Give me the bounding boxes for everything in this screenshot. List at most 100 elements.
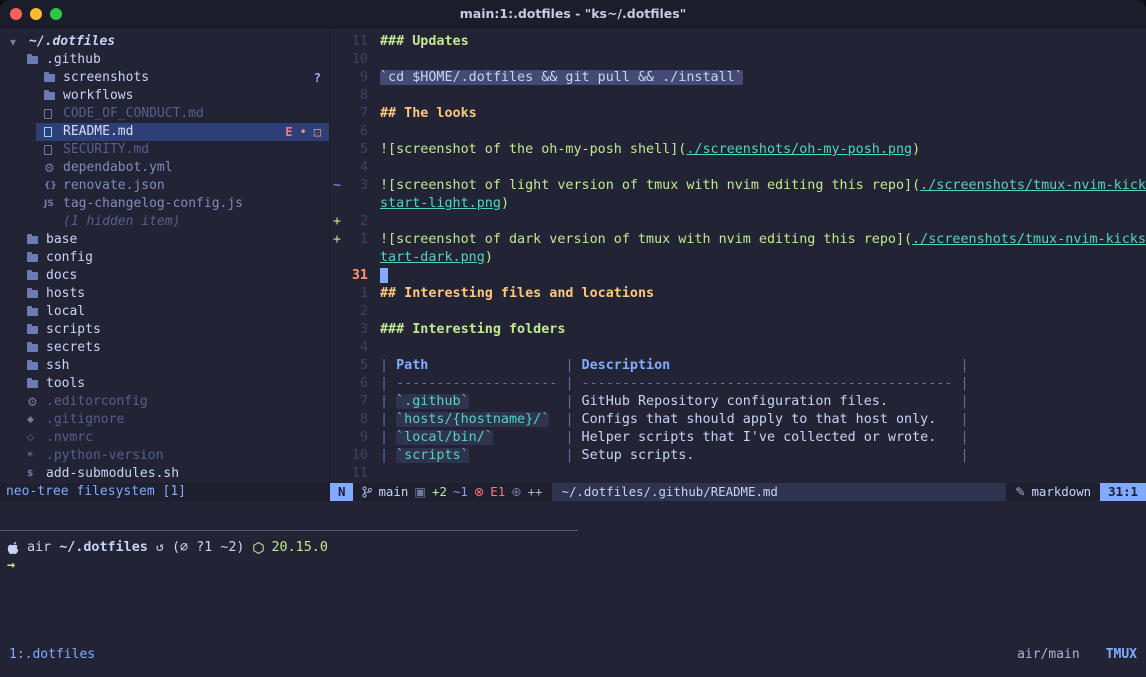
gutter-sign — [330, 87, 344, 105]
titlebar: main:1:.dotfiles - "ks~/.dotfiles" — [0, 0, 1146, 28]
editor-line[interactable]: 9`cd $HOME/.dotfiles && git pull && ./in… — [330, 69, 1146, 87]
line-text: ![screenshot of the oh-my-posh shell](./… — [368, 141, 920, 159]
line-number: 5 — [344, 141, 368, 159]
tree-item[interactable]: ⚙.editorconfig — [0, 393, 329, 411]
folder-icon — [27, 308, 44, 316]
line-text — [368, 465, 380, 483]
tree-item[interactable]: base — [0, 231, 329, 249]
git-icon: ◆ — [27, 411, 44, 429]
gutter-sign — [330, 303, 344, 321]
neo-tree-panel: ▾~/.dotfiles.githubscreenshots?workflows… — [0, 28, 330, 501]
gutter-sign — [330, 69, 344, 87]
tree-item[interactable]: tools — [0, 375, 329, 393]
line-number: 3 — [344, 321, 368, 339]
editor-line[interactable]: 31 — [330, 267, 1146, 285]
gutter-sign — [330, 321, 344, 339]
editor-line[interactable]: 1## Interesting files and locations — [330, 285, 1146, 303]
shell-pane[interactable]: air ~/.dotfiles ↺ (⌀ ?1 ~2) 20.15.0 → — [0, 531, 1146, 646]
node-icon: ◇ — [27, 429, 44, 447]
line-number: 8 — [344, 87, 368, 105]
line-number: 10 — [344, 51, 368, 69]
editor-line[interactable]: 5![screenshot of the oh-my-posh shell](.… — [330, 141, 1146, 159]
neo-tree-statusline: neo-tree filesystem [1] — [0, 483, 329, 501]
line-number: 11 — [344, 465, 368, 483]
tree-item-label: ssh — [46, 357, 69, 375]
editor-line[interactable]: 7| `.github` | GitHub Repository configu… — [330, 393, 1146, 411]
gutter-sign — [330, 249, 344, 267]
tree-item-label: workflows — [63, 87, 133, 105]
editor-line[interactable]: 9| `local/bin/` | Helper scripts that I'… — [330, 429, 1146, 447]
tree-item-label: .github — [46, 51, 101, 69]
tree-item[interactable]: hosts — [0, 285, 329, 303]
gutter-sign — [330, 105, 344, 123]
tree-item-label: dependabot.yml — [63, 159, 173, 177]
editor-line[interactable]: 5| Path | Description | — [330, 357, 1146, 375]
gutter-sign — [330, 375, 344, 393]
line-text: ## The looks — [368, 105, 477, 123]
tree-item[interactable]: secrets — [0, 339, 329, 357]
tree-item[interactable]: JStag-changelog-config.js — [0, 195, 329, 213]
tree-item[interactable]: SECURITY.md — [0, 141, 329, 159]
line-number: 1 — [344, 231, 368, 249]
tree-item[interactable]: local — [0, 303, 329, 321]
tree-item-label: local — [46, 303, 85, 321]
tree-item[interactable]: (1 hidden item) — [0, 213, 329, 231]
prompt-git-status: (⌀ ?1 ~2) — [172, 539, 245, 557]
tree-item[interactable]: CODE_OF_CONDUCT.md — [0, 105, 329, 123]
tree-item[interactable]: docs — [0, 267, 329, 285]
editor-line[interactable]: +2 — [330, 213, 1146, 231]
fullscreen-button[interactable] — [50, 8, 62, 20]
editor-line[interactable]: 11### Updates — [330, 33, 1146, 51]
editor-line[interactable]: 10| `scripts` | Setup scripts. | — [330, 447, 1146, 465]
tree-item-label: (1 hidden item) — [63, 213, 180, 231]
editor-line[interactable]: start-light.png) — [330, 195, 1146, 213]
editor-line[interactable]: tart-dark.png) — [330, 249, 1146, 267]
tree-item[interactable]: ▾~/.dotfiles — [0, 33, 329, 51]
tree-item[interactable]: ◇.nvmrc — [0, 429, 329, 447]
tree-item[interactable]: *.python-version — [0, 447, 329, 465]
editor-line[interactable]: 11 — [330, 465, 1146, 483]
git-branch-icon — [362, 486, 372, 498]
editor-line[interactable]: 2 — [330, 303, 1146, 321]
gutter-sign — [330, 195, 344, 213]
line-number: 10 — [344, 447, 368, 465]
editor-line[interactable]: +1![screenshot of dark version of tmux w… — [330, 231, 1146, 249]
line-number: 4 — [344, 159, 368, 177]
tree-item[interactable]: README.mdE•□ — [0, 123, 329, 141]
tree-item-label: .gitignore — [46, 411, 124, 429]
tree-item[interactable]: screenshots? — [0, 69, 329, 87]
tree-item[interactable]: {}renovate.json — [0, 177, 329, 195]
editor-line[interactable]: 7## The looks — [330, 105, 1146, 123]
tree-item[interactable]: ◆.gitignore — [0, 411, 329, 429]
editor-line[interactable]: 4 — [330, 339, 1146, 357]
gutter-sign — [330, 465, 344, 483]
editor-pane[interactable]: 11### Updates109`cd $HOME/.dotfiles && g… — [330, 28, 1146, 501]
line-text: ![screenshot of light version of tmux wi… — [368, 177, 1146, 195]
line-number: 2 — [344, 303, 368, 321]
close-button[interactable] — [10, 8, 22, 20]
editor-line[interactable]: 8| `hosts/{hostname}/` | Configs that sh… — [330, 411, 1146, 429]
tmux-window-name[interactable]: 1:.dotfiles — [9, 646, 95, 664]
tree-item[interactable]: config — [0, 249, 329, 267]
status-badge: ? — [314, 69, 321, 87]
editor-buffer[interactable]: 11### Updates109`cd $HOME/.dotfiles && g… — [330, 28, 1146, 483]
tree-item[interactable]: scripts — [0, 321, 329, 339]
minimize-button[interactable] — [30, 8, 42, 20]
status-badge: E — [285, 123, 292, 141]
editor-line[interactable]: 4 — [330, 159, 1146, 177]
plugin-updates: ++ — [528, 483, 543, 501]
line-text — [368, 303, 380, 321]
line-number: 9 — [344, 69, 368, 87]
editor-line[interactable]: 6| -------------------- | --------------… — [330, 375, 1146, 393]
tree-item[interactable]: $add-submodules.sh — [0, 465, 329, 483]
tree-item[interactable]: ⚙dependabot.yml — [0, 159, 329, 177]
tree-item[interactable]: .github — [0, 51, 329, 69]
editor-line[interactable]: ~3![screenshot of light version of tmux … — [330, 177, 1146, 195]
tree-item[interactable]: workflows — [0, 87, 329, 105]
editor-line[interactable]: 8 — [330, 87, 1146, 105]
editor-line[interactable]: 6 — [330, 123, 1146, 141]
editor-line[interactable]: 10 — [330, 51, 1146, 69]
editor-line[interactable]: 3### Interesting folders — [330, 321, 1146, 339]
tree-item[interactable]: ssh — [0, 357, 329, 375]
status-badge: □ — [314, 123, 321, 141]
